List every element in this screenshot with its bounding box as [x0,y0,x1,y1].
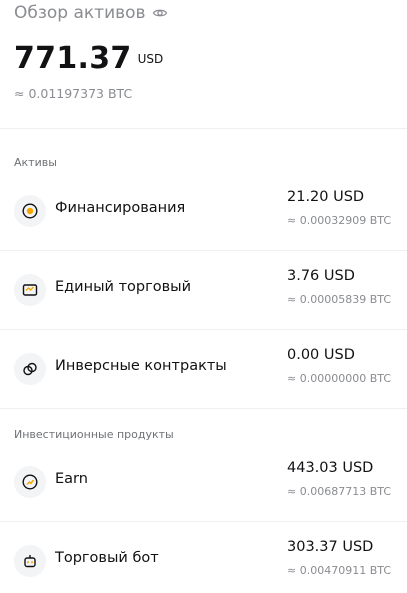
asset-btc: ≈ 0.00005839 BTC [287,293,391,306]
asset-value: 443.03 USD [287,460,374,476]
section-label-assets: Активы [14,156,57,169]
asset-value: 0.00 USD [287,347,355,363]
eye-icon[interactable] [152,5,168,21]
page-title: Обзор активов [14,3,168,23]
total-value: 771.37 [14,41,132,76]
asset-value: 3.76 USD [287,268,355,284]
wallet-icon [14,274,46,306]
asset-value: 21.20 USD [287,189,365,205]
asset-name: Единый торговый [55,279,192,295]
asset-btc: ≈ 0.00687713 BTC [287,485,391,498]
page-title-text: Обзор активов [14,3,146,23]
asset-btc: ≈ 0.00000000 BTC [287,372,391,385]
divider [0,521,407,522]
link-icon [14,353,46,385]
asset-name: Торговый бот [55,550,159,566]
total-btc-equivalent: ≈ 0.01197373 BTC [14,86,133,101]
asset-row-earn[interactable]: Earn 443.03 USD ≈ 0.00687713 BTC [0,452,407,512]
asset-name: Финансирования [55,200,186,216]
divider [0,128,407,129]
total-balance: 771.37 USD [14,40,163,78]
asset-row-trading-bot[interactable]: Торговый бот 303.37 USD ≈ 0.00470911 BTC [0,531,407,591]
section-label-investments: Инвестиционные продукты [14,428,174,441]
asset-row-unified-trading[interactable]: Единый торговый 3.76 USD ≈ 0.00005839 BT… [0,260,407,320]
asset-row-inverse-contracts[interactable]: Инверсные контракты 0.00 USD ≈ 0.0000000… [0,339,407,399]
total-currency: USD [137,52,164,66]
coin-icon [14,195,46,227]
asset-name: Earn [55,471,88,487]
earn-icon [14,466,46,498]
divider [0,250,407,251]
asset-btc: ≈ 0.00470911 BTC [287,564,391,577]
asset-value: 303.37 USD [287,539,374,555]
asset-name: Инверсные контракты [55,358,227,374]
bot-icon [14,545,46,577]
asset-btc: ≈ 0.00032909 BTC [287,214,391,227]
asset-row-funding[interactable]: Финансирования 21.20 USD ≈ 0.00032909 BT… [0,181,407,241]
divider [0,329,407,330]
divider [0,408,407,409]
